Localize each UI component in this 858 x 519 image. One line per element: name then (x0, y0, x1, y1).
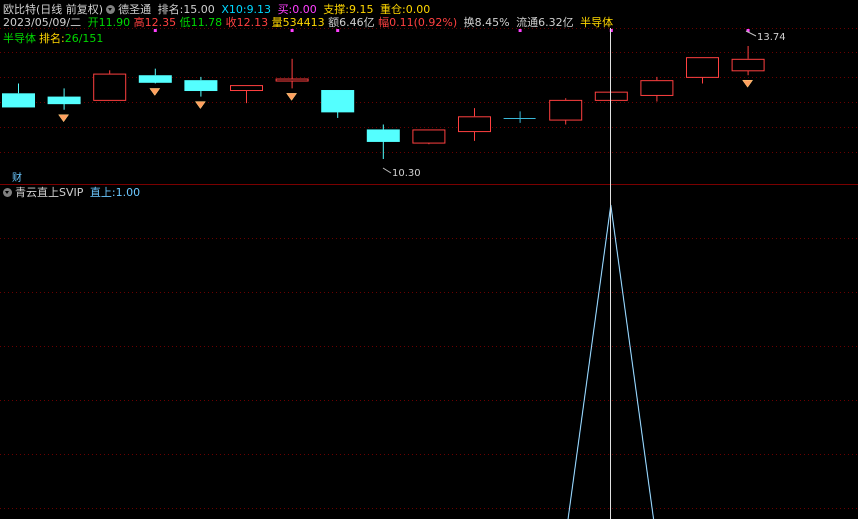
candle-body (549, 99, 583, 121)
buy-label: 买: (277, 3, 293, 16)
sub-settings-icon[interactable] (3, 188, 12, 197)
chart-canvas[interactable]: 13.74 10.30 财 (0, 0, 858, 519)
top-dot (336, 29, 340, 32)
high-label: 高 (133, 16, 145, 29)
amount-label: 额 (328, 16, 340, 29)
candle-body (640, 80, 674, 96)
signal-marker (58, 114, 70, 123)
grid-lines (0, 28, 858, 509)
signal-marker (194, 101, 206, 110)
candle-body (93, 73, 127, 101)
float-label: 流通 (516, 16, 539, 29)
stock-title[interactable]: 欧比特(日线 前复权) (3, 3, 103, 16)
support-value: 9.15 (349, 3, 374, 16)
signal-marker (149, 88, 161, 96)
close-label: 收 (225, 16, 237, 29)
rank-value: 15.00 (183, 3, 215, 16)
sub-value: 1.00 (115, 186, 141, 199)
x10-value: 9.13 (246, 3, 272, 16)
rank-label: 排名: (157, 3, 184, 16)
candle-body (366, 129, 400, 142)
close-value: 12.13 (236, 16, 269, 29)
candle-body (594, 91, 628, 101)
top-dot (290, 29, 294, 32)
cai-label[interactable]: 财 (12, 171, 22, 184)
volume-value: 534413 (282, 16, 325, 29)
sub-indicator-name[interactable]: 青云直上SVIP (15, 186, 83, 199)
turnover-value: 8.45% (474, 16, 510, 29)
candle-body (275, 78, 309, 82)
low-annotation: 10.30 (382, 167, 421, 179)
quote-row: 2023/05/09/二 开11.90 高12.35 低11.78 收12.13… (3, 16, 616, 29)
volume-label: 量 (271, 16, 283, 29)
low-label: 低 (179, 16, 191, 29)
sector-line: 半导体 排名:26/151 (3, 32, 106, 45)
candle-body (184, 80, 218, 92)
header-row: 欧比特(日线 前复权) 德圣通 排名:15.00 X10:9.13 买:0.00 … (3, 3, 433, 16)
sub-value-label: 直上: (89, 186, 116, 199)
sector-rank-label: 排名: (39, 32, 65, 45)
turnover-label: 换 (463, 16, 475, 29)
change-value: 0.11(0.92%) (389, 16, 458, 29)
candle-body (230, 85, 263, 92)
heavy-value: 0.00 (405, 3, 431, 16)
high-value: 12.35 (144, 16, 177, 29)
candle-body (686, 57, 719, 78)
settings-icon[interactable] (106, 5, 116, 14)
float-value: 6.32亿 (538, 16, 574, 29)
quote-date: 2023/05/09/二 (3, 16, 82, 29)
signal-marker (742, 79, 754, 88)
sub-indicator-line (567, 204, 655, 519)
open-label: 开 (87, 16, 99, 29)
x10-label: X10: (221, 3, 247, 16)
support-label: 支撑: (323, 3, 349, 16)
candle-body (2, 93, 35, 108)
sector-name[interactable]: 半导体 (3, 32, 36, 45)
candle-body (138, 75, 172, 83)
signal-marker (286, 93, 298, 101)
heavy-label: 重仓: (380, 3, 406, 16)
candle-body (47, 96, 81, 105)
buy-value: 0.00 (292, 3, 317, 16)
sub-line-path (567, 204, 655, 519)
indicator-name[interactable]: 德圣通 (118, 3, 151, 16)
sector-tag[interactable]: 半导体 (580, 16, 613, 29)
candle-body (731, 58, 765, 72)
sector-rank-value: 26/151 (64, 32, 104, 45)
high-price-label: 13.74 (757, 32, 786, 43)
low-value: 11.78 (190, 16, 223, 29)
change-label: 幅 (378, 16, 390, 29)
open-value: 11.90 (98, 16, 131, 29)
sub-line-highlight (567, 204, 654, 519)
candle-body (321, 90, 355, 113)
candle-body (458, 116, 491, 133)
top-dots (153, 29, 750, 32)
low-price-label: 10.30 (392, 168, 421, 179)
high-annotation: 13.74 (745, 30, 786, 43)
sub-panel-title: 青云直上SVIP 直上:1.00 (3, 186, 143, 199)
candle-body (412, 129, 446, 144)
top-dot (518, 29, 522, 32)
amount-value: 6.46亿 (339, 16, 375, 29)
top-dot (153, 29, 157, 32)
